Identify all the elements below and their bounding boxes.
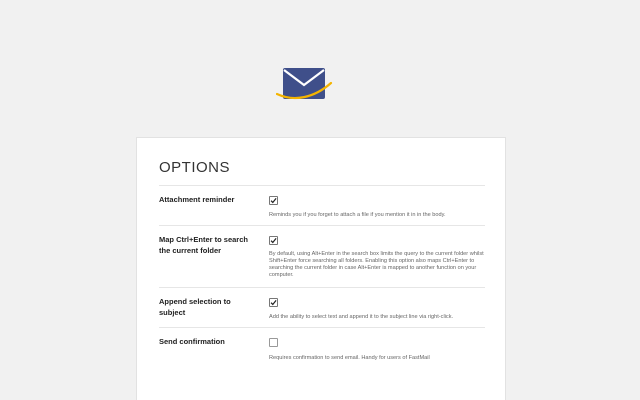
append-selection-checkbox[interactable] <box>269 298 278 307</box>
option-row-send-confirmation: Send confirmation Requires confirmation … <box>159 327 485 400</box>
option-label: Send confirmation <box>159 337 225 346</box>
map-ctrl-enter-checkbox[interactable] <box>269 236 278 245</box>
option-row-map-ctrl-enter: Map Ctrl+Enter to search the current fol… <box>159 225 485 287</box>
attachment-reminder-checkbox[interactable] <box>269 196 278 205</box>
option-label: Map Ctrl+Enter to search the current fol… <box>159 235 248 255</box>
option-label: Attachment reminder <box>159 195 235 204</box>
option-description: Add the ability to select text and appen… <box>269 314 454 320</box>
option-label: Append selection to subject <box>159 297 231 317</box>
option-row-attachment-reminder: Attachment reminder Reminds you if you f… <box>159 185 485 225</box>
checkmark-icon <box>270 198 277 204</box>
option-description: Requires confirmation to send email. Han… <box>269 355 430 361</box>
options-panel: OPTIONS Attachment reminder Reminds you … <box>136 137 506 400</box>
checkmark-icon <box>270 238 277 244</box>
option-row-append-selection: Append selection to subject Add the abil… <box>159 287 485 327</box>
option-description: Reminds you if you forget to attach a fi… <box>269 212 446 218</box>
checkmark-icon <box>270 300 277 306</box>
options-title: OPTIONS <box>159 159 231 176</box>
option-description: By default, using Alt+Enter in the searc… <box>269 251 484 278</box>
mail-envelope-logo <box>275 65 334 105</box>
send-confirmation-checkbox[interactable] <box>269 338 278 347</box>
